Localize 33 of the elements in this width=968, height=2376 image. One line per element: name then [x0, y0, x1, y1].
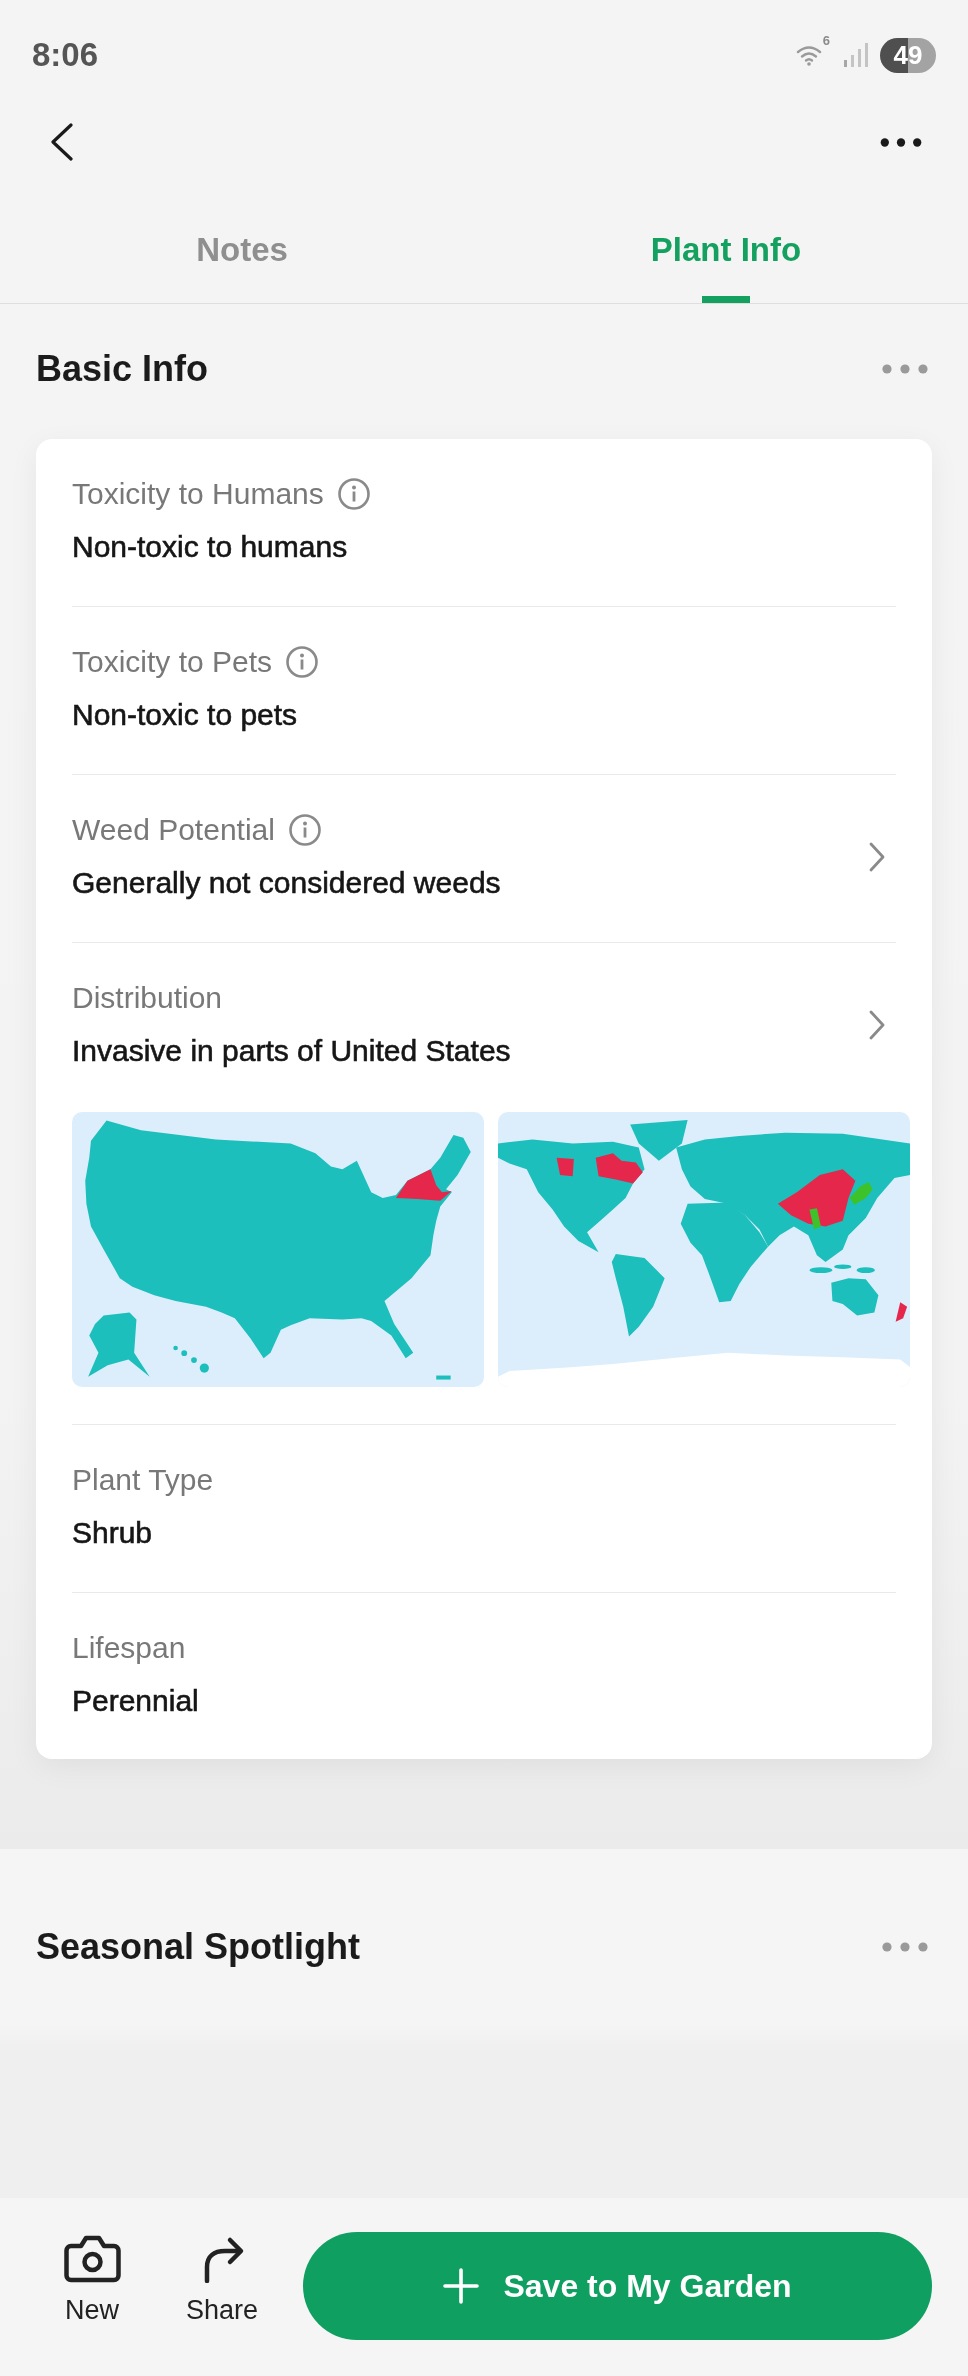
- info-icon[interactable]: [337, 478, 370, 510]
- field-label: Lifespan: [72, 1630, 186, 1666]
- back-icon[interactable]: [50, 123, 74, 161]
- field-label: Plant Type: [72, 1462, 214, 1498]
- wifi-icon: [795, 44, 822, 66]
- plus-icon: [443, 2268, 480, 2304]
- tab[interactable]: Notes: [0, 174, 484, 303]
- field-value: Generally not considered weeds: [72, 865, 502, 901]
- info-icon[interactable]: [288, 814, 321, 846]
- chevron-right-icon[interactable]: [868, 840, 886, 873]
- more-icon[interactable]: [879, 137, 923, 147]
- save-button[interactable]: Save to My Garden: [303, 2232, 932, 2340]
- tab[interactable]: Plant Info: [484, 174, 968, 303]
- section-title: Seasonal Spotlight: [36, 1925, 361, 1969]
- field-label: Toxicity to Pets: [72, 644, 273, 680]
- chevron-right-icon[interactable]: [868, 1008, 886, 1041]
- field-value: Shrub: [72, 1515, 154, 1551]
- wifi-label: 6: [822, 33, 830, 47]
- field-value: Invasive in parts of United States: [72, 1033, 512, 1069]
- field-value: Non-toxic to pets: [72, 697, 299, 733]
- field-value: Non-toxic to humans: [72, 529, 349, 565]
- status-time: 8:06: [32, 35, 99, 75]
- camera-button[interactable]: New: [52, 2232, 132, 2325]
- field-label: Distribution: [72, 980, 223, 1016]
- signal-icon: [843, 43, 868, 67]
- battery-indicator: 49: [880, 37, 936, 73]
- share-button[interactable]: Share: [182, 2232, 262, 2325]
- field-value: Perennial: [72, 1683, 200, 1719]
- camera-icon: [63, 2235, 121, 2283]
- field-label: Toxicity to Humans: [72, 476, 324, 512]
- section-title: Basic Info: [36, 347, 209, 391]
- info-icon[interactable]: [286, 646, 319, 678]
- field-label: Weed Potential: [72, 812, 275, 848]
